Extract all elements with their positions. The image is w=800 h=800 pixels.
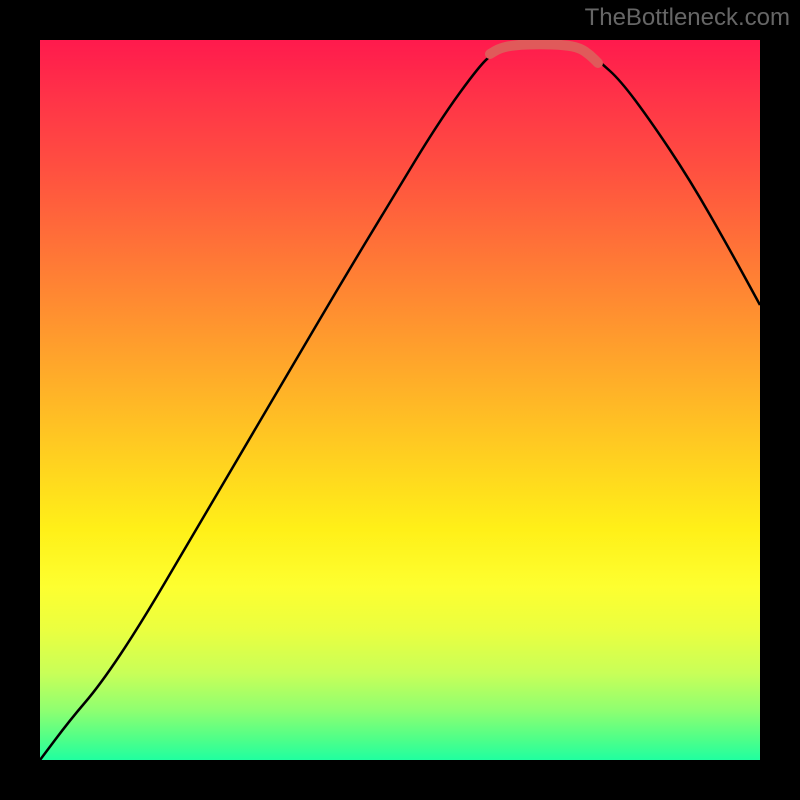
bottleneck-curve-path	[40, 44, 760, 760]
chart-svg	[40, 40, 760, 760]
chart-container	[40, 40, 760, 760]
attribution-label: TheBottleneck.com	[585, 4, 790, 32]
highlight-segment-path	[490, 44, 598, 63]
